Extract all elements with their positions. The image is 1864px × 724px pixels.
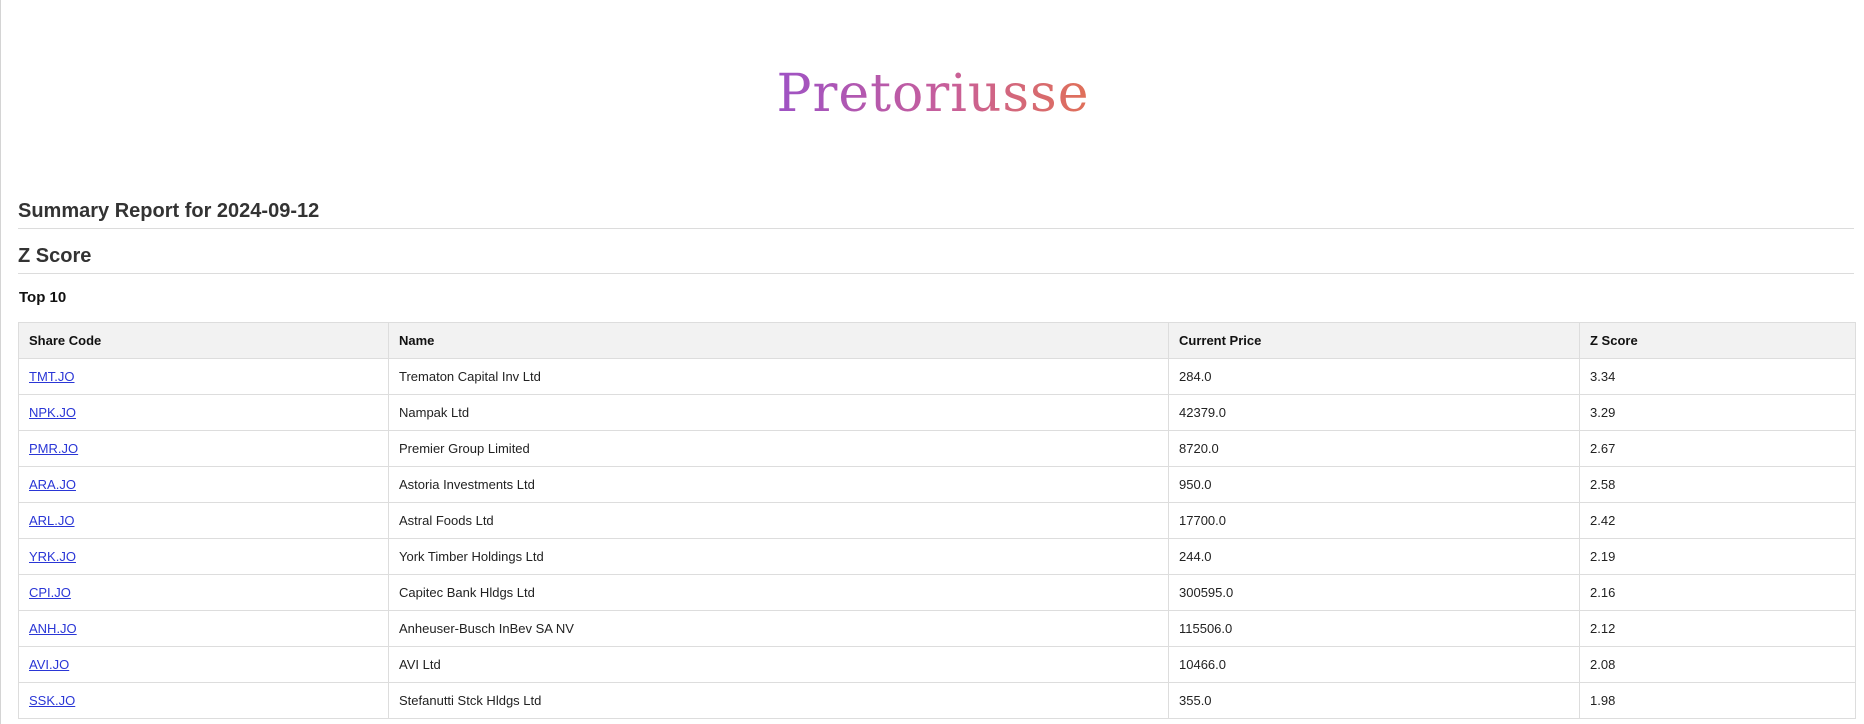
table-row: SSK.JO Stefanutti Stck Hldgs Ltd 355.0 1…: [18, 682, 1856, 719]
share-code-cell: SSK.JO: [18, 682, 389, 719]
share-code-cell: ARA.JO: [18, 466, 389, 503]
page-title: Summary Report for 2024-09-12: [18, 196, 1854, 229]
price-cell: 950.0: [1168, 466, 1580, 503]
share-code-cell: ANH.JO: [18, 610, 389, 647]
name-cell: Astoria Investments Ltd: [388, 466, 1169, 503]
column-header-name: Name: [388, 322, 1169, 359]
column-header-share-code: Share Code: [18, 322, 389, 359]
share-code-link[interactable]: PMR.JO: [29, 441, 78, 456]
share-code-link[interactable]: TMT.JO: [29, 369, 75, 384]
column-header-z-score: Z Score: [1579, 322, 1856, 359]
share-code-cell: PMR.JO: [18, 430, 389, 467]
z-score-cell: 2.67: [1579, 430, 1856, 467]
z-score-cell: 2.42: [1579, 502, 1856, 539]
price-cell: 300595.0: [1168, 574, 1580, 611]
share-code-cell: ARL.JO: [18, 502, 389, 539]
table-row: ARA.JO Astoria Investments Ltd 950.0 2.5…: [18, 466, 1856, 503]
name-cell: Anheuser-Busch InBev SA NV: [388, 610, 1169, 647]
main-content: Summary Report for 2024-09-12 Z Score To…: [18, 196, 1856, 719]
z-score-cell: 2.08: [1579, 646, 1856, 683]
z-score-cell: 3.29: [1579, 394, 1856, 431]
table-header-row: Share Code Name Current Price Z Score: [18, 322, 1856, 359]
share-code-link[interactable]: SSK.JO: [29, 693, 75, 708]
share-code-cell: CPI.JO: [18, 574, 389, 611]
name-cell: Trematon Capital Inv Ltd: [388, 358, 1169, 395]
name-cell: Nampak Ltd: [388, 394, 1169, 431]
price-cell: 17700.0: [1168, 502, 1580, 539]
share-code-link[interactable]: YRK.JO: [29, 549, 76, 564]
subsection-title: Top 10: [19, 289, 67, 306]
z-score-cell: 2.58: [1579, 466, 1856, 503]
table-row: YRK.JO York Timber Holdings Ltd 244.0 2.…: [18, 538, 1856, 575]
share-code-cell: YRK.JO: [18, 538, 389, 575]
price-cell: 8720.0: [1168, 430, 1580, 467]
table-row: CPI.JO Capitec Bank Hldgs Ltd 300595.0 2…: [18, 574, 1856, 611]
share-code-link[interactable]: CPI.JO: [29, 585, 71, 600]
table-row: ARL.JO Astral Foods Ltd 17700.0 2.42: [18, 502, 1856, 539]
section-title: Z Score: [18, 241, 1854, 274]
name-cell: Premier Group Limited: [388, 430, 1169, 467]
share-code-cell: NPK.JO: [18, 394, 389, 431]
share-code-cell: AVI.JO: [18, 646, 389, 683]
price-cell: 42379.0: [1168, 394, 1580, 431]
header: Pretoriusse: [1, 62, 1864, 126]
table-row: AVI.JO AVI Ltd 10466.0 2.08: [18, 646, 1856, 683]
share-code-link[interactable]: ARL.JO: [29, 513, 75, 528]
share-code-cell: TMT.JO: [18, 358, 389, 395]
brand-logo: Pretoriusse: [776, 64, 1090, 124]
table-row: TMT.JO Trematon Capital Inv Ltd 284.0 3.…: [18, 358, 1856, 395]
price-cell: 115506.0: [1168, 610, 1580, 647]
name-cell: Capitec Bank Hldgs Ltd: [388, 574, 1169, 611]
name-cell: AVI Ltd: [388, 646, 1169, 683]
table-row: ANH.JO Anheuser-Busch InBev SA NV 115506…: [18, 610, 1856, 647]
price-cell: 284.0: [1168, 358, 1580, 395]
z-score-cell: 2.19: [1579, 538, 1856, 575]
share-code-link[interactable]: ANH.JO: [29, 621, 77, 636]
z-score-cell: 1.98: [1579, 682, 1856, 719]
z-score-cell: 2.16: [1579, 574, 1856, 611]
price-cell: 244.0: [1168, 538, 1580, 575]
zscore-table: Share Code Name Current Price Z Score TM…: [18, 322, 1856, 719]
table-row: NPK.JO Nampak Ltd 42379.0 3.29: [18, 394, 1856, 431]
name-cell: Stefanutti Stck Hldgs Ltd: [388, 682, 1169, 719]
share-code-link[interactable]: ARA.JO: [29, 477, 76, 492]
z-score-cell: 3.34: [1579, 358, 1856, 395]
column-header-current-price: Current Price: [1168, 322, 1580, 359]
share-code-link[interactable]: NPK.JO: [29, 405, 76, 420]
price-cell: 10466.0: [1168, 646, 1580, 683]
price-cell: 355.0: [1168, 682, 1580, 719]
name-cell: Astral Foods Ltd: [388, 502, 1169, 539]
table-row: PMR.JO Premier Group Limited 8720.0 2.67: [18, 430, 1856, 467]
name-cell: York Timber Holdings Ltd: [388, 538, 1169, 575]
share-code-link[interactable]: AVI.JO: [29, 657, 69, 672]
z-score-cell: 2.12: [1579, 610, 1856, 647]
